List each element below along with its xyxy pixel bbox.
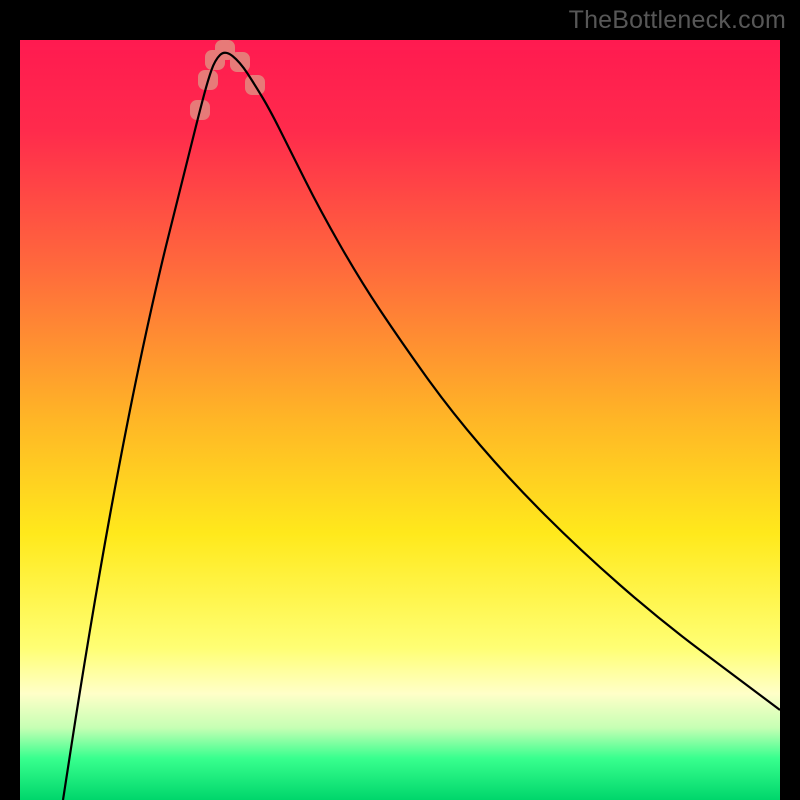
watermark-text: TheBottleneck.com: [569, 6, 786, 35]
plot-background: [20, 40, 780, 800]
bottleneck-chart: [0, 0, 800, 800]
chart-frame: TheBottleneck.com: [0, 0, 800, 800]
